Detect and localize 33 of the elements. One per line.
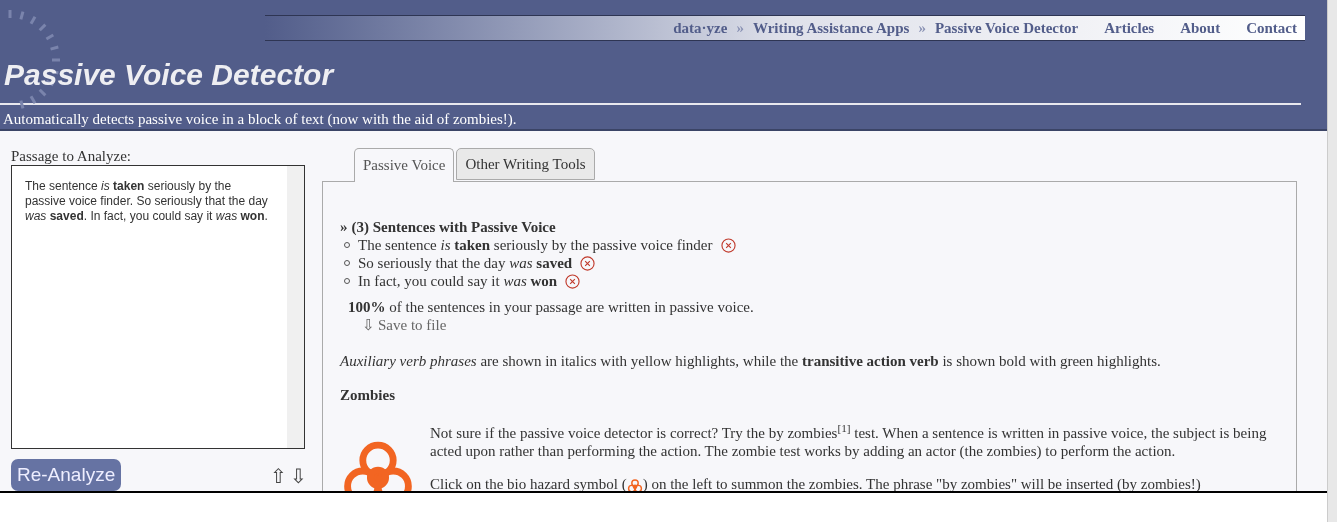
summary-text: 100% of the sentences in your passage are written in passive voice. — [348, 298, 755, 316]
tab[interactable]: Other Writing Tools — [456, 148, 595, 180]
move-down-button[interactable]: ⇩ — [290, 461, 307, 491]
breadcrumb-link[interactable]: Passive Voice Detector — [934, 16, 1079, 40]
passive-sentence: So seriously that the day was saved — [358, 254, 573, 272]
passage-field[interactable]: The sentence is taken seriously by the passive voice finder. So seriously that the day was saved. In fact, you could say it was won. — [11, 165, 305, 449]
move-up-button[interactable]: ⇧ — [270, 461, 287, 491]
passive-sentence: The sentence is taken seriously by the passive voice finder — [358, 236, 713, 254]
breadcrumb-link[interactable]: data·yze — [673, 16, 728, 40]
remove-icon[interactable] — [720, 237, 736, 253]
nav-link[interactable]: About — [1180, 16, 1221, 40]
remove-icon[interactable] — [565, 273, 581, 289]
nav-link[interactable]: Articles — [1104, 16, 1155, 40]
nav-link[interactable]: Contact — [1246, 16, 1297, 40]
scrollbar[interactable] — [287, 166, 304, 448]
breadcrumb-separator: » — [736, 18, 744, 38]
page-subtitle: Automatically detects passive voice in a block of text (now with the aid of zombies!). — [3, 110, 518, 129]
save-link[interactable]: ⇩ Save to file — [362, 316, 1279, 334]
field-label: Passage to Analyze: — [11, 147, 132, 165]
zombies-paragraph: Not sure if the passive voice detector is correct? Try the by zombies$^{[1]}$ test. When a sentence is written in passive voice, the subject is being acted upon rather than performing the action. The zombie test works by adding an actor (the zombies) to perform the action. — [430, 424, 1268, 460]
passive-sentence: In fact, you could say it was won — [358, 272, 558, 290]
biohazard-icon[interactable] — [626, 477, 643, 491]
section-heading: Zombies — [340, 386, 396, 404]
page-title: Passive Voice Detector — [4, 57, 336, 93]
heading-marker: » — [340, 218, 348, 236]
results-heading: (3) Sentences with Passive Voice — [351, 218, 556, 236]
reanalyze-button[interactable]: Re-Analyze — [11, 459, 122, 491]
tab[interactable]: Passive Voice — [354, 148, 455, 182]
scrollbar[interactable] — [1327, 0, 1337, 522]
legend-text: Auxiliary verb phrases are shown in italics with yellow highlights, while the transitive action verb is shown bold with green highlights. — [340, 352, 1162, 370]
breadcrumb-separator: » — [918, 18, 926, 38]
breadcrumb-link[interactable]: Writing Assistance Apps — [752, 16, 910, 40]
remove-icon[interactable] — [580, 255, 596, 271]
